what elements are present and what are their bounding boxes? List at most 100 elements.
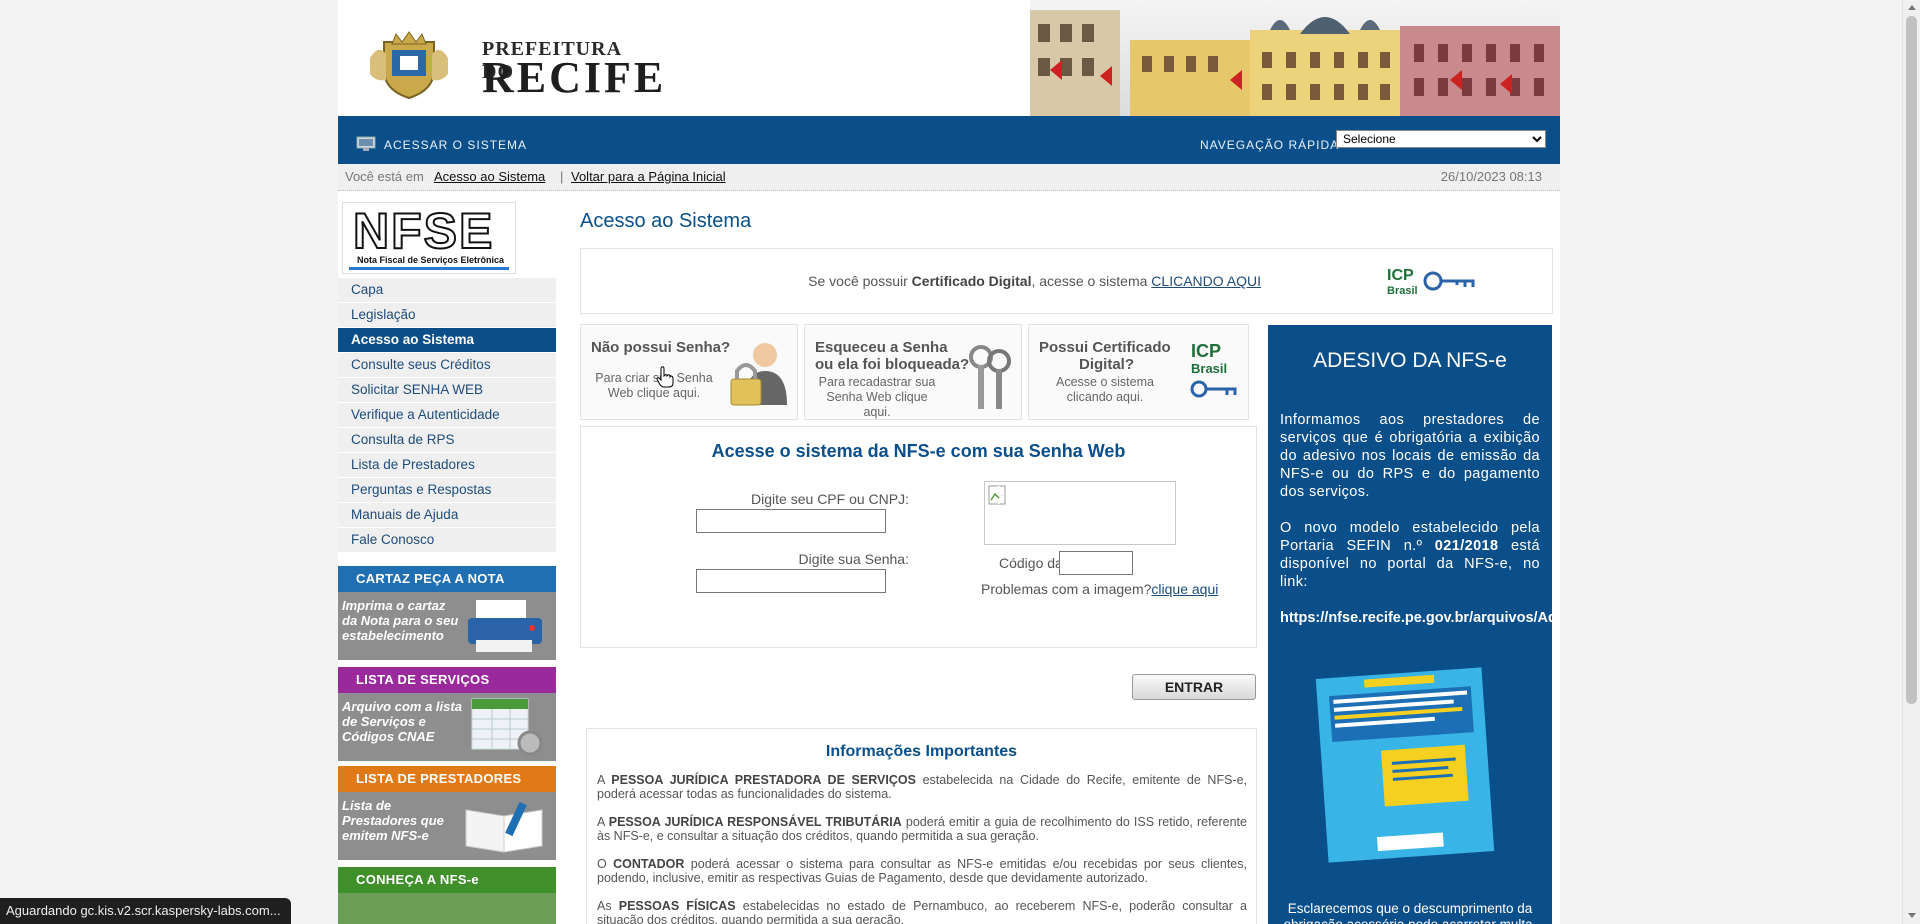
quick-nav-label: NAVEGAÇÃO RÁPIDA	[1200, 138, 1340, 152]
no-password-sub-line2: Web clique aqui.	[607, 386, 701, 400]
sidebar-item-manuais-ajuda[interactable]: Manuais de Ajuda	[338, 503, 556, 527]
promo-lista-servicos-title: LISTA DE SERVIÇOS	[338, 667, 556, 693]
open-book-icon	[465, 801, 543, 853]
forgot-password-subtitle: Para recadastrar sua Senha Web clique aq…	[813, 375, 941, 420]
breadcrumb-link-access[interactable]: Acesso ao Sistema	[434, 169, 545, 184]
sidebar-item-solicitar-senha[interactable]: Solicitar SENHA WEB	[338, 378, 556, 402]
no-password-title: Não possui Senha?	[591, 339, 731, 356]
sidebar-item-lista-prestadores[interactable]: Lista de Prestadores	[338, 453, 556, 477]
no-password-card[interactable]: Não possui Senha? Para criar sua Senha W…	[580, 324, 798, 420]
promo-conheca-nfse-title: CONHEÇA A NFS-e	[338, 867, 556, 893]
captcha-image	[984, 481, 1176, 545]
promo-cartaz-title: CARTAZ PEÇA A NOTA	[338, 566, 556, 592]
info-p1-bold: PESSOA JURÍDICA PRESTADORA DE SERVIÇOS	[611, 773, 916, 787]
forgot-password-title-line1: Esqueceu a Senha	[815, 339, 948, 356]
promo-lista-servicos[interactable]: LISTA DE SERVIÇOS Arquivo com a lista de…	[338, 667, 556, 761]
sidebar-item-fale-conosco[interactable]: Fale Conosco	[338, 528, 556, 552]
sticker-poster-image[interactable]	[1312, 665, 1498, 865]
top-nav-bar: ACESSAR O SISTEMA NAVEGAÇÃO RÁPIDA Selec…	[338, 116, 1560, 164]
no-password-subtitle: Para criar sua Senha Web clique aqui.	[589, 371, 719, 401]
sidebar-item-consulte-creditos[interactable]: Consulte seus Créditos	[338, 353, 556, 377]
sidebar-item-capa[interactable]: Capa	[338, 278, 556, 302]
info-paragraph-prestadora: A PESSOA JURÍDICA PRESTADORA DE SERVIÇOS…	[597, 773, 1247, 801]
enter-button[interactable]: ENTRAR	[1132, 674, 1256, 700]
scrollbar-thumb[interactable]	[1906, 16, 1917, 704]
info-p2-bold: PESSOA JURÍDICA RESPONSÁVEL TRIBUTÁRIA	[608, 815, 902, 829]
info-p2-pre: A	[597, 815, 609, 829]
info-paragraph-responsavel: A PESSOA JURÍDICA RESPONSÁVEL TRIBUTÁRIA…	[597, 815, 1247, 843]
scroll-down-arrow-icon[interactable]	[1908, 913, 1916, 918]
promo-conheca-nfse[interactable]: CONHEÇA A NFS-e	[338, 867, 556, 924]
nfse-logo[interactable]: NFSE Nota Fiscal de Serviços Eletrônica	[342, 202, 516, 274]
captcha-help-text: Problemas com a imagem?	[981, 581, 1152, 597]
cpf-cnpj-input[interactable]	[696, 509, 886, 533]
no-password-sub-line1: Para criar sua Senha	[595, 371, 713, 385]
sticker-paragraph-1: Informamos aos prestadores de serviços q…	[1280, 412, 1540, 500]
current-datetime: 26/10/2023 08:13	[1440, 169, 1542, 184]
sidebar-item-legislacao[interactable]: Legislação	[338, 303, 556, 327]
sticker-title: ADESIVO DA NFS-e	[1313, 349, 1507, 372]
page: PREFEITURA DO RECIFE ACESSAR O SISTEMA N…	[338, 0, 1560, 924]
certificate-text-after: , acesse o sistema	[1031, 273, 1148, 289]
nfse-logo-bar	[349, 267, 509, 270]
keys-icon	[969, 345, 1011, 409]
captcha-help: Problemas com a imagem?clique aqui	[981, 581, 1218, 597]
scroll-up-arrow-icon[interactable]	[1908, 5, 1916, 10]
promo-lista-prestadores[interactable]: LISTA DE PRESTADORES Lista de Prestadore…	[338, 766, 556, 860]
info-paragraph-pessoas-fisicas: As PESSOAS FÍSICAS estabelecidas no esta…	[597, 899, 1247, 924]
certificate-banner: Se você possuir Certificado Digital, ace…	[580, 248, 1553, 314]
icp-brasil-icon: ICP Brasil	[1190, 341, 1237, 398]
info-p1-pre: A	[597, 773, 612, 787]
breadcrumb-link-home[interactable]: Voltar para a Página Inicial	[571, 169, 726, 184]
certificate-text-bold: Certificado Digital	[911, 273, 1032, 289]
promo-conheca-nfse-body	[338, 893, 556, 924]
promo-cartaz[interactable]: CARTAZ PEÇA A NOTA Imprima o cartaz da N…	[338, 566, 556, 660]
sticker-footnote: Esclarecemos que o descumprimento da obr…	[1284, 901, 1537, 924]
header-banner: PREFEITURA DO RECIFE	[338, 0, 1560, 116]
promo-lista-prestadores-text: Lista de Prestadores que emitem NFS-e	[342, 798, 444, 843]
user-padlock-icon	[730, 343, 787, 406]
info-p3-bold: CONTADOR	[613, 857, 685, 871]
sidebar-item-perguntas-respostas[interactable]: Perguntas e Respostas	[338, 478, 556, 502]
info-p4-pre: As	[597, 899, 619, 913]
sticker-panel: ADESIVO DA NFS-e Informamos aos prestado…	[1268, 325, 1552, 924]
sidebar-item-consulta-rps[interactable]: Consulta de RPS	[338, 428, 556, 452]
login-form: Acesse o sistema da NFS-e com sua Senha …	[580, 426, 1257, 648]
sticker-pdf-link[interactable]: https://nfse.recife.pe.gov.br/arquivos/A…	[1280, 609, 1552, 627]
sticker-p2-bold: 021/2018	[1434, 538, 1499, 554]
hand-cursor-icon	[656, 366, 674, 388]
cpf-label: Digite seu CPF ou CNPJ:	[751, 491, 909, 507]
certificate-text: Se você possuir Certificado Digital, ace…	[581, 273, 1261, 289]
promo-lista-servicos-body: Arquivo com a lista de Serviços e Código…	[338, 693, 556, 761]
forgot-password-title-line2: ou ela foi bloqueada?	[815, 356, 970, 373]
captcha-help-link[interactable]: clique aqui	[1151, 581, 1218, 597]
certificate-access-link[interactable]: CLICANDO AQUI	[1151, 273, 1261, 289]
icp-brasil-key-icon[interactable]: ICP Brasil	[1387, 265, 1477, 297]
coat-of-arms-icon	[370, 31, 448, 100]
page-scrollbar[interactable]	[1902, 0, 1920, 924]
certificate-card[interactable]: Possui Certificado Digital? Acesse o sis…	[1028, 324, 1249, 420]
promo-cartaz-text: Imprima o cartaz da Nota para o seu esta…	[342, 598, 459, 643]
access-system-link[interactable]: ACESSAR O SISTEMA	[384, 138, 527, 152]
logo-main-text: RECIFE	[482, 53, 667, 102]
certificate-card-subtitle: Acesse o sistema clicando aqui.	[1043, 375, 1167, 405]
printer-icon	[468, 600, 542, 652]
info-p4-bold: PESSOAS FÍSICAS	[618, 899, 736, 913]
sidebar-item-verifique-autenticidade[interactable]: Verifique a Autenticidade	[338, 403, 556, 427]
forgot-password-title: Esqueceu a Senha ou ela foi bloqueada?	[815, 339, 969, 373]
certificate-card-sub-line1: Acesse o sistema	[1056, 375, 1154, 389]
forgot-password-card[interactable]: Esqueceu a Senha ou ela foi bloqueada? P…	[804, 324, 1022, 420]
password-input[interactable]	[696, 569, 886, 593]
browser-status-bar: Aguardando gc.kis.v2.scr.kaspersky-labs.…	[0, 898, 291, 924]
page-title: Acesso ao Sistema	[580, 210, 752, 232]
promo-lista-prestadores-title: LISTA DE PRESTADORES	[338, 766, 556, 792]
icp-card-line2: Brasil	[1191, 361, 1227, 376]
important-info-title: Informações Importantes	[825, 743, 1018, 760]
recife-buildings-photo	[1030, 0, 1560, 116]
quick-nav-select[interactable]: Selecione	[1336, 130, 1546, 148]
sidebar-item-acesso-sistema[interactable]: Acesso ao Sistema	[338, 328, 556, 352]
forgot-password-sub-line2: Senha Web clique aqui.	[826, 390, 928, 419]
captcha-input[interactable]	[1059, 551, 1133, 575]
important-info: Informações Importantes A PESSOA JURÍDIC…	[586, 728, 1257, 924]
prefeitura-logo[interactable]: PREFEITURA DO RECIFE	[366, 30, 663, 102]
